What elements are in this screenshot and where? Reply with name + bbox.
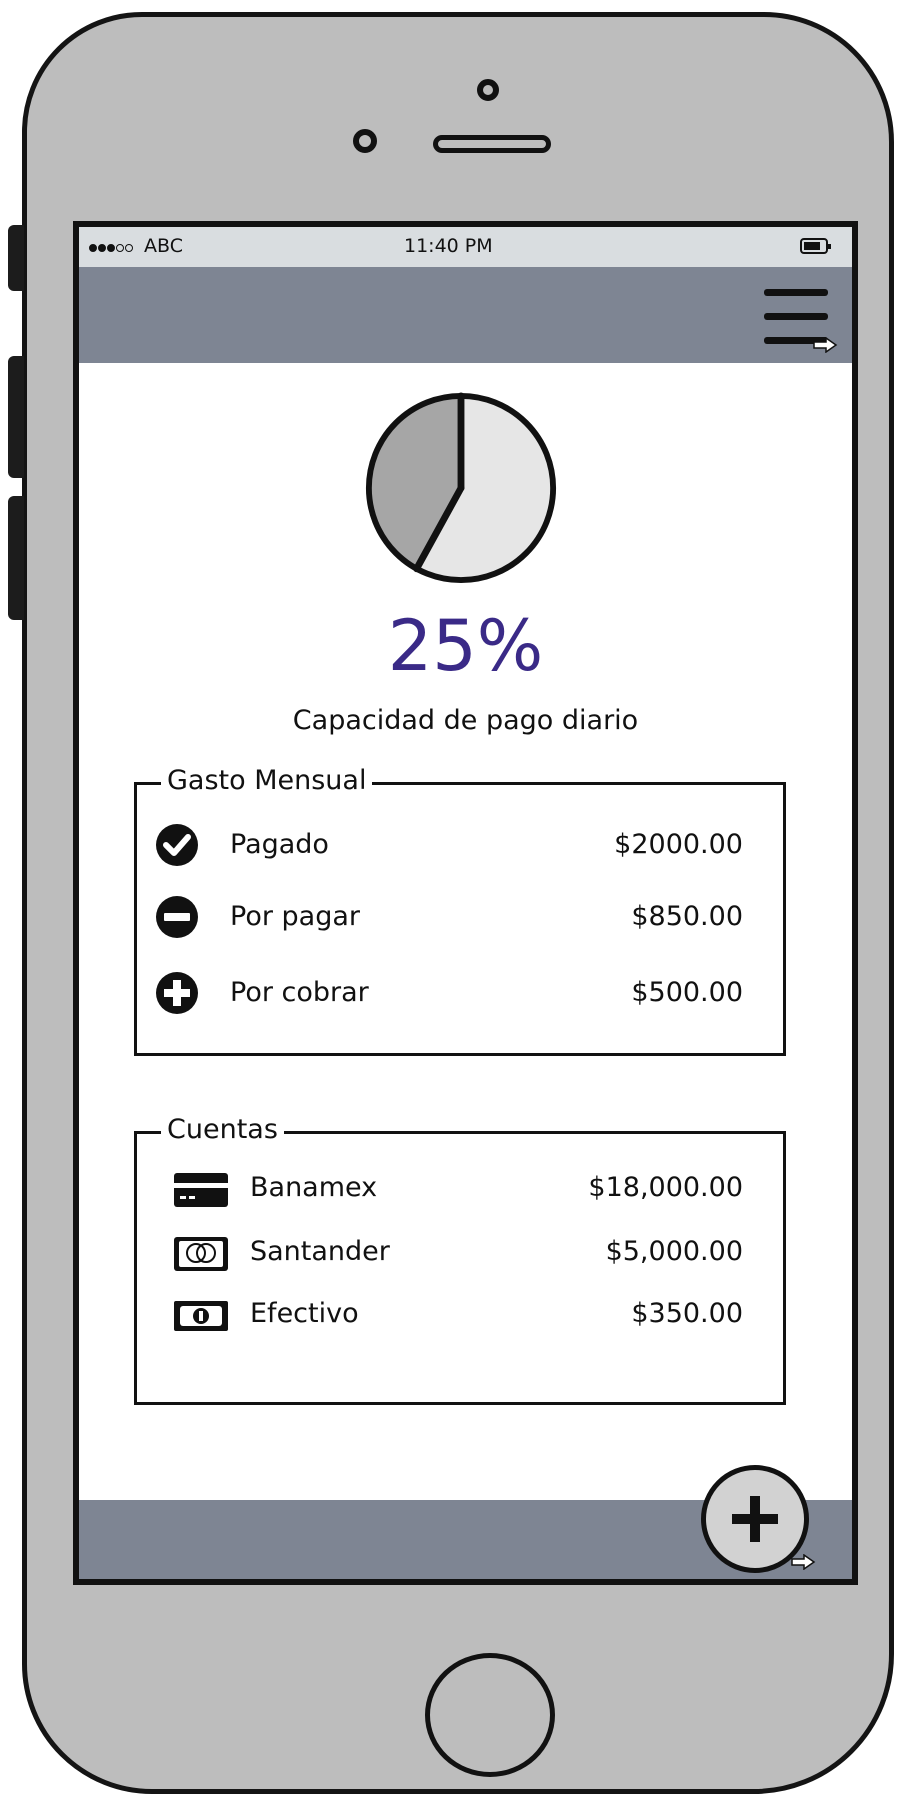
account-balance: $18,000.00: [588, 1172, 743, 1203]
credit-card-icon: [174, 1173, 228, 1207]
gasto-mensual-group: Gasto Mensual Pagado $2000.00 Por pagar …: [134, 765, 786, 1056]
list-item-efectivo[interactable]: Efectivo $350.00: [155, 1292, 743, 1336]
status-bar: ABC 11:40 PM: [79, 227, 852, 267]
sensor-icon: [353, 129, 377, 153]
link-arrow-icon: [791, 1554, 816, 1570]
mastercard-icon: [174, 1237, 228, 1271]
item-label: Por pagar: [230, 901, 360, 932]
hamburger-menu-icon[interactable]: [764, 289, 838, 353]
check-circle-icon: [156, 824, 198, 866]
account-balance: $350.00: [631, 1298, 743, 1329]
list-item-santander[interactable]: Santander $5,000.00: [155, 1230, 743, 1274]
app-screen: ABC 11:40 PM 25% Capacidad de pago diari…: [73, 221, 858, 1585]
group-title: Cuentas: [161, 1114, 284, 1145]
list-item-pagado[interactable]: Pagado $2000.00: [155, 823, 743, 867]
group-title: Gasto Mensual: [161, 765, 373, 796]
account-name: Santander: [250, 1236, 390, 1267]
list-item-banamex[interactable]: Banamex $18,000.00: [155, 1166, 743, 1210]
item-label: Por cobrar: [230, 977, 369, 1008]
add-fab-button[interactable]: [701, 1465, 816, 1573]
volume-down-button: [8, 496, 24, 620]
capacity-caption: Capacidad de pago diario: [292, 705, 639, 736]
account-name: Banamex: [250, 1172, 378, 1203]
speaker-icon: [433, 135, 551, 153]
minus-circle-icon: [156, 896, 198, 938]
signal-strength-icon: [89, 235, 134, 257]
camera-icon: [477, 79, 499, 101]
plus-circle-icon: [156, 972, 198, 1014]
item-amount: $850.00: [631, 901, 743, 932]
payment-capacity-pie-chart: [365, 392, 557, 584]
plus-icon: [732, 1496, 778, 1542]
cuentas-group: Cuentas Banamex $18,000.00 Santander $5,…: [134, 1114, 786, 1405]
carrier-name: ABC: [144, 235, 184, 257]
mute-switch: [8, 225, 24, 291]
item-label: Pagado: [230, 829, 329, 860]
capacity-percent: 25%: [387, 605, 544, 687]
list-item-por-pagar[interactable]: Por pagar $850.00: [155, 895, 743, 939]
item-amount: $2000.00: [614, 829, 743, 860]
link-arrow-icon: [813, 337, 838, 353]
carrier-info: ABC: [89, 235, 183, 257]
account-name: Efectivo: [250, 1298, 359, 1329]
top-app-bar: [79, 267, 852, 363]
cash-icon: [174, 1301, 228, 1331]
item-amount: $500.00: [631, 977, 743, 1008]
account-balance: $5,000.00: [605, 1236, 743, 1267]
status-time: 11:40 PM: [404, 235, 493, 257]
list-item-por-cobrar[interactable]: Por cobrar $500.00: [155, 971, 743, 1015]
home-button[interactable]: [425, 1653, 555, 1777]
volume-up-button: [8, 356, 24, 478]
battery-icon: [800, 238, 831, 254]
